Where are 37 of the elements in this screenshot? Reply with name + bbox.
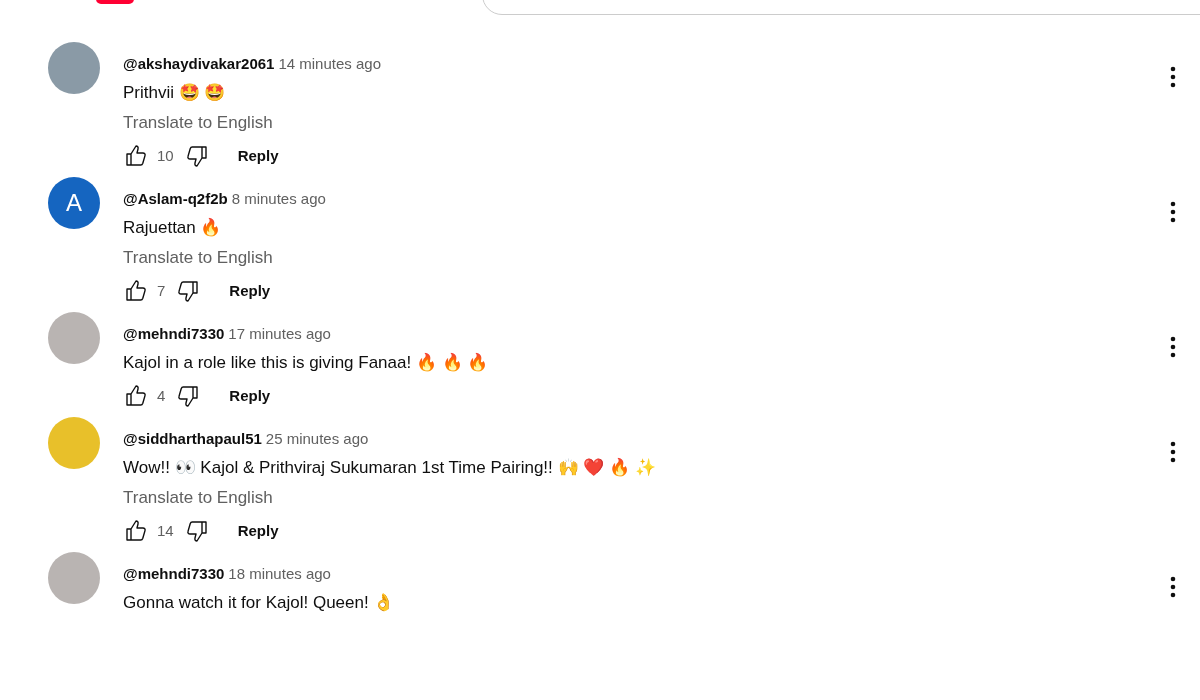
more-options-icon[interactable]: [1170, 201, 1176, 223]
like-count: 10: [157, 145, 174, 166]
translate-link[interactable]: Translate to English: [123, 111, 273, 135]
avatar-letter[interactable]: A: [48, 177, 100, 229]
thumbs-up-icon[interactable]: [123, 519, 149, 543]
thumbs-up-icon[interactable]: [123, 384, 149, 408]
thumbs-up-icon[interactable]: [123, 279, 149, 303]
comment-time[interactable]: 8 minutes ago: [231, 190, 326, 207]
comment-time[interactable]: 17 minutes ago: [228, 325, 331, 342]
comment-time[interactable]: 18 minutes ago: [228, 565, 331, 582]
username-link[interactable]: @siddharthapaul51: [123, 430, 262, 447]
comment-text: Gonna watch it for Kajol! Queen! 👌: [123, 592, 396, 614]
comment-time[interactable]: 14 minutes ago: [278, 55, 381, 72]
comment-text: Kajol in a role like this is giving Fanaa! 🔥 🔥 🔥: [123, 352, 490, 374]
comment-text: Rajuettan 🔥: [123, 217, 223, 239]
comment-text: Wow!! 👀 Kajol & Prithviraj Sukumaran 1st Time Pairing!! 🙌 ❤ 🔥 ✨: [123, 457, 657, 479]
more-options-icon[interactable]: [1170, 576, 1176, 598]
username-link[interactable]: @akshaydivakar2061: [123, 55, 275, 72]
translate-link[interactable]: Translate to English: [123, 486, 273, 510]
reply-button[interactable]: Reply: [229, 515, 287, 547]
translate-link[interactable]: Translate to English: [123, 246, 273, 270]
like-count: 14: [157, 520, 174, 541]
username-link[interactable]: @mehndi7330: [123, 565, 225, 582]
reply-button[interactable]: Reply: [221, 380, 279, 412]
username-link[interactable]: @mehndi7330: [123, 325, 225, 342]
thumbs-up-icon[interactable]: [123, 144, 149, 168]
comment-text: Prithvii 🤩 🤩: [123, 82, 227, 104]
more-options-icon[interactable]: [1170, 441, 1176, 463]
reply-button[interactable]: Reply: [229, 140, 287, 172]
like-count: 7: [157, 280, 166, 301]
comment-time[interactable]: 25 minutes ago: [265, 430, 369, 447]
username-link[interactable]: @Aslam-q2f2b: [123, 190, 228, 207]
avatar-placeholder[interactable]: [48, 42, 100, 94]
like-count: 4: [157, 385, 166, 406]
reply-button[interactable]: Reply: [221, 275, 279, 307]
more-options-icon[interactable]: [1170, 66, 1176, 88]
more-options-icon[interactable]: [1170, 336, 1176, 358]
